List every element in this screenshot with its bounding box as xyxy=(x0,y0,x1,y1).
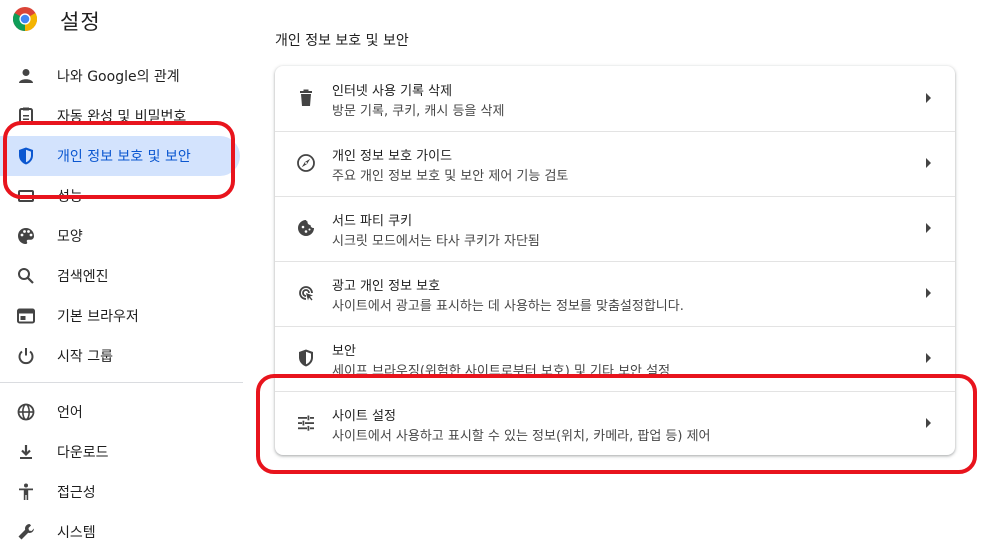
row-subtitle: 주요 개인 정보 보호 및 보안 제어 기능 검토 xyxy=(332,169,569,184)
sidebar-item-appearance[interactable]: 모양 xyxy=(0,216,240,256)
sidebar-item-label: 나와 Google의 관계 xyxy=(57,69,180,85)
row-subtitle: 방문 기록, 쿠키, 캐시 등을 삭제 xyxy=(332,104,505,119)
sidebar-item-label: 모양 xyxy=(57,229,83,245)
sidebar-item-label: 시작 그룹 xyxy=(57,349,113,365)
row-divider xyxy=(275,326,955,327)
sidebar-item-label: 시스템 xyxy=(57,525,96,541)
sidebar-item-label: 자동 완성 및 비밀번호 xyxy=(57,109,187,125)
clipboard-icon xyxy=(19,107,33,125)
row-title: 서드 파티 쿠키 xyxy=(332,214,413,229)
power-icon xyxy=(18,348,34,365)
row-divider xyxy=(275,196,955,197)
person-icon xyxy=(19,69,33,83)
row-divider xyxy=(275,131,955,132)
sidebar-item-performance[interactable]: 성능 xyxy=(0,176,240,216)
sidebar-item-label: 성능 xyxy=(57,189,83,205)
compass-icon xyxy=(297,154,315,172)
sidebar-item-accessibility[interactable]: 접근성 xyxy=(0,472,240,512)
chevron-right-icon xyxy=(926,93,931,103)
row-site-settings[interactable]: 사이트 설정 사이트에서 사용하고 표시할 수 있는 정보(위치, 카메라, 팝… xyxy=(275,391,955,456)
row-subtitle: 사이트에서 사용하고 표시할 수 있는 정보(위치, 카메라, 팝업 등) 제어 xyxy=(332,429,711,444)
row-subtitle: 사이트에서 광고를 표시하는 데 사용하는 정보를 맞춤설정합니다. xyxy=(332,299,684,314)
chevron-right-icon xyxy=(926,288,931,298)
sidebar-item-on-startup[interactable]: 시작 그룹 xyxy=(0,336,240,376)
sidebar-item-label: 다운로드 xyxy=(57,445,109,461)
row-title: 인터넷 사용 기록 삭제 xyxy=(332,84,453,99)
sidebar-item-you-and-google[interactable]: 나와 Google의 관계 xyxy=(0,56,240,96)
chevron-right-icon xyxy=(926,223,931,233)
privacy-settings-card: 인터넷 사용 기록 삭제 방문 기록, 쿠키, 캐시 등을 삭제 개인 정보 보… xyxy=(275,66,955,455)
header: 설정 xyxy=(0,0,260,44)
row-security[interactable]: 보안 세이프 브라우징(위험한 사이트로부터 보호) 및 기타 보안 설정 xyxy=(275,326,955,391)
sidebar-item-autofill[interactable]: 자동 완성 및 비밀번호 xyxy=(0,96,240,136)
chevron-right-icon xyxy=(926,418,931,428)
trash-icon xyxy=(300,89,312,106)
sidebar-divider xyxy=(0,382,243,383)
sidebar-item-system[interactable]: 시스템 xyxy=(0,512,240,552)
browser-icon xyxy=(17,308,35,324)
accessibility-icon xyxy=(19,483,33,500)
cookie-icon xyxy=(298,220,314,236)
chevron-right-icon xyxy=(926,158,931,168)
row-privacy-guide[interactable]: 개인 정보 보호 가이드 주요 개인 정보 보호 및 보안 제어 기능 검토 xyxy=(275,131,955,196)
sidebar-item-downloads[interactable]: 다운로드 xyxy=(0,432,240,472)
section-title: 개인 정보 보호 및 보안 xyxy=(275,33,409,49)
globe-icon xyxy=(17,403,35,421)
row-third-party-cookies[interactable]: 서드 파티 쿠키 시크릿 모드에서는 타사 쿠키가 자단됨 xyxy=(275,196,955,261)
row-title: 광고 개인 정보 보호 xyxy=(332,279,441,294)
row-title: 사이트 설정 xyxy=(332,409,396,424)
chrome-logo-icon xyxy=(13,7,37,31)
row-title: 보안 xyxy=(332,344,356,359)
tune-icon xyxy=(298,415,314,431)
security-shield-icon xyxy=(299,349,313,367)
sidebar-item-label: 언어 xyxy=(57,405,83,421)
row-divider xyxy=(275,261,955,262)
wrench-icon xyxy=(18,524,34,540)
page-title: 설정 xyxy=(60,10,101,34)
sidebar-item-privacy-security[interactable]: 개인 정보 보호 및 보안 xyxy=(0,136,240,176)
row-subtitle: 시크릿 모드에서는 타사 쿠키가 자단됨 xyxy=(332,234,540,249)
search-icon xyxy=(18,268,34,284)
palette-icon xyxy=(18,228,34,244)
sidebar-item-label: 검색엔진 xyxy=(57,269,109,285)
sidebar-item-label: 개인 정보 보호 및 보안 xyxy=(57,149,191,165)
sidebar-item-search-engine[interactable]: 검색엔진 xyxy=(0,256,240,296)
download-icon xyxy=(20,445,32,459)
row-ad-privacy[interactable]: 광고 개인 정보 보호 사이트에서 광고를 표시하는 데 사용하는 정보를 맞춤… xyxy=(275,261,955,326)
row-clear-browsing-data[interactable]: 인터넷 사용 기록 삭제 방문 기록, 쿠키, 캐시 등을 삭제 xyxy=(275,66,955,131)
sidebar-item-label: 기본 브라우저 xyxy=(57,309,139,325)
shield-icon xyxy=(19,147,33,165)
row-subtitle: 세이프 브라우징(위험한 사이트로부터 보호) 및 기타 보안 설정 xyxy=(332,364,671,379)
row-title: 개인 정보 보호 가이드 xyxy=(332,149,453,164)
speed-icon xyxy=(18,190,34,202)
sidebar-item-label: 접근성 xyxy=(57,485,96,501)
sidebar-item-languages[interactable]: 언어 xyxy=(0,392,240,432)
ad-privacy-icon xyxy=(299,286,313,301)
chevron-right-icon xyxy=(926,353,931,363)
row-divider xyxy=(275,391,955,392)
sidebar-item-default-browser[interactable]: 기본 브라우저 xyxy=(0,296,240,336)
